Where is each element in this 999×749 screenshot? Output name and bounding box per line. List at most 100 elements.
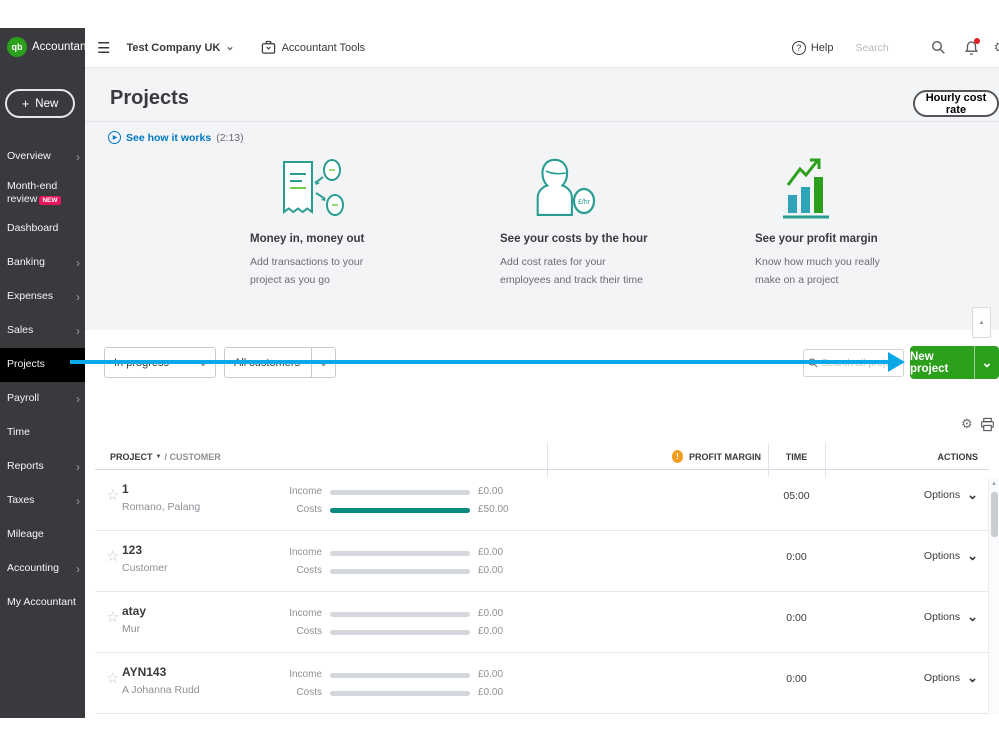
time-value: 0:00 bbox=[768, 673, 825, 685]
chevron-right-icon: › bbox=[76, 563, 80, 575]
project-name[interactable]: 123 bbox=[122, 543, 142, 557]
sidebar-item-mileage[interactable]: Mileage bbox=[0, 518, 85, 552]
company-switcher[interactable]: Test Company UK ⌄ bbox=[126, 42, 234, 54]
project-name[interactable]: AYN143 bbox=[122, 665, 166, 679]
chevron-down-icon: ⌄ bbox=[982, 359, 993, 367]
favorite-star-icon[interactable]: ☆ bbox=[106, 486, 119, 504]
income-label: Income bbox=[262, 547, 322, 558]
print-icon[interactable] bbox=[980, 417, 995, 432]
table-row[interactable]: ☆ 1 Romano, Palang Income £0.00 Costs £5… bbox=[95, 470, 989, 531]
costs-value: £0.00 bbox=[478, 565, 503, 576]
table-row[interactable]: ☆ atay Mur Income £0.00 Costs £0.00 0:00… bbox=[95, 592, 989, 653]
options-button[interactable]: Options ⌄ bbox=[924, 489, 978, 501]
topbar: ☰ Test Company UK ⌄ Accountant Tools ? H… bbox=[85, 28, 999, 68]
notifications-bell-icon[interactable] bbox=[964, 40, 979, 56]
column-profit-margin-label: PROFIT MARGIN bbox=[689, 452, 761, 462]
table-tools: ⚙ bbox=[961, 416, 995, 432]
chevron-right-icon: › bbox=[76, 461, 80, 473]
options-label: Options bbox=[924, 611, 960, 623]
sidebar-item-projects[interactable]: Projects bbox=[0, 348, 85, 382]
sidebar-item-label: Overview bbox=[7, 150, 76, 163]
sidebar-item-my-accountant[interactable]: My Accountant bbox=[0, 586, 85, 620]
sidebar-item-reports[interactable]: Reports › bbox=[0, 450, 85, 484]
table-settings-gear-icon[interactable]: ⚙ bbox=[961, 416, 973, 432]
favorite-star-icon[interactable]: ☆ bbox=[106, 547, 119, 565]
sidebar-item-accounting[interactable]: Accounting › bbox=[0, 552, 85, 586]
column-project-customer[interactable]: PROJECT ▼ / CUSTOMER bbox=[110, 452, 221, 462]
info-card-costs: £/hr See your costs by the hour Add cost… bbox=[500, 157, 695, 290]
costs-value: £0.00 bbox=[478, 626, 503, 637]
chevron-right-icon: › bbox=[76, 325, 80, 337]
costs-value: £50.00 bbox=[478, 504, 509, 515]
brand-label: Accountant bbox=[32, 41, 90, 53]
options-button[interactable]: Options ⌄ bbox=[924, 611, 978, 623]
settings-gear-icon[interactable]: ⚙ bbox=[993, 39, 999, 56]
new-button-label: New bbox=[35, 98, 58, 110]
sidebar-item-overview[interactable]: Overview › bbox=[0, 140, 85, 174]
income-value: £0.00 bbox=[478, 608, 503, 619]
plus-icon: + bbox=[22, 96, 30, 111]
new-project-label[interactable]: New project bbox=[910, 346, 974, 379]
help-button[interactable]: ? Help bbox=[792, 41, 834, 55]
brand: qb Accountant bbox=[7, 37, 90, 57]
sidebar-item-expenses[interactable]: Expenses › bbox=[0, 280, 85, 314]
favorite-star-icon[interactable]: ☆ bbox=[106, 669, 119, 687]
sidebar-item-taxes[interactable]: Taxes › bbox=[0, 484, 85, 518]
accountant-tools-button[interactable]: Accountant Tools bbox=[261, 40, 366, 55]
hourly-cost-rate-button[interactable]: Hourly cost rate bbox=[913, 90, 999, 117]
sidebar-item-label: My Accountant bbox=[7, 596, 80, 609]
new-project-dropdown-toggle[interactable]: ⌄ bbox=[974, 346, 999, 379]
chevron-right-icon: › bbox=[76, 151, 80, 163]
time-value: 0:00 bbox=[768, 551, 825, 563]
see-how-it-works-link[interactable]: ▶ See how it works (2:13) bbox=[108, 131, 244, 144]
sidebar-item-dashboard[interactable]: Dashboard bbox=[0, 212, 85, 246]
time-value: 0:00 bbox=[768, 612, 825, 624]
favorite-star-icon[interactable]: ☆ bbox=[106, 608, 119, 626]
chevron-down-icon: ⌄ bbox=[967, 674, 978, 682]
profit-chart-icon bbox=[755, 157, 950, 221]
briefcase-icon bbox=[261, 40, 276, 55]
sidebar-item-banking[interactable]: Banking › bbox=[0, 246, 85, 280]
costs-bar bbox=[330, 691, 470, 696]
costs-label: Costs bbox=[262, 626, 322, 637]
card-desc-line: Know how much you really bbox=[755, 254, 950, 272]
global-search-input[interactable] bbox=[855, 42, 913, 54]
table-row[interactable]: ☆ AYN143 A Johanna Rudd Income £0.00 Cos… bbox=[95, 653, 989, 714]
sidebar-item-label: Reports bbox=[7, 460, 76, 473]
annotation-arrow-head bbox=[888, 352, 905, 372]
search-icon[interactable] bbox=[931, 40, 946, 55]
costs-label: Costs bbox=[262, 565, 322, 576]
costs-bar bbox=[330, 630, 470, 635]
income-label: Income bbox=[262, 608, 322, 619]
new-button[interactable]: + New bbox=[5, 89, 75, 118]
options-label: Options bbox=[924, 550, 960, 562]
customer-name: Mur bbox=[122, 623, 140, 635]
video-duration: (2:13) bbox=[216, 132, 243, 144]
scrollbar-up-arrow-icon[interactable]: ▲ bbox=[989, 481, 999, 487]
card-title: Money in, money out bbox=[250, 233, 445, 245]
table-scrollbar[interactable]: ▲ bbox=[988, 478, 999, 714]
scrollbar-thumb[interactable] bbox=[991, 492, 998, 537]
sidebar-item-payroll[interactable]: Payroll › bbox=[0, 382, 85, 416]
svg-text:£/hr: £/hr bbox=[578, 199, 591, 206]
sidebar-item-label: Sales bbox=[7, 324, 76, 337]
hamburger-menu-icon[interactable]: ☰ bbox=[97, 39, 110, 57]
chevron-right-icon: › bbox=[76, 291, 80, 303]
sidebar-item-label: Dashboard bbox=[7, 222, 80, 235]
table-row[interactable]: ☆ 123 Customer Income £0.00 Costs £0.00 … bbox=[95, 531, 989, 592]
card-desc-line: project as you go bbox=[250, 272, 445, 290]
project-name[interactable]: atay bbox=[122, 604, 146, 618]
app-screen: qb Accountant + New Overview › Month-end… bbox=[0, 0, 999, 749]
options-button[interactable]: Options ⌄ bbox=[924, 550, 978, 562]
sidebar-item-month-end-review[interactable]: Month-end reviewNEW bbox=[0, 174, 85, 212]
scroll-up-button[interactable]: ▲ bbox=[972, 307, 991, 338]
card-desc-line: Add cost rates for your bbox=[500, 254, 695, 272]
income-label: Income bbox=[262, 669, 322, 680]
sidebar-item-sales[interactable]: Sales › bbox=[0, 314, 85, 348]
sidebar-item-time[interactable]: Time bbox=[0, 416, 85, 450]
card-title: See your profit margin bbox=[755, 233, 950, 245]
column-project-label: PROJECT bbox=[110, 452, 153, 462]
accountant-tools-label: Accountant Tools bbox=[282, 42, 366, 54]
options-button[interactable]: Options ⌄ bbox=[924, 672, 978, 684]
project-name[interactable]: 1 bbox=[122, 482, 129, 496]
